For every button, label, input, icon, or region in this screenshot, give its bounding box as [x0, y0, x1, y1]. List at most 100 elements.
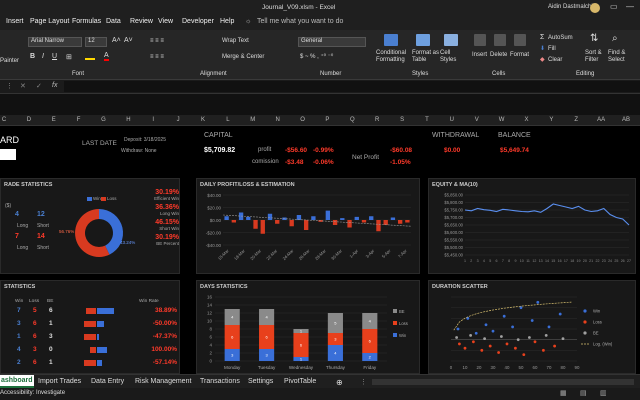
menu-insert[interactable]: Insert	[6, 18, 24, 25]
column-header-e[interactable]: E	[46, 117, 62, 123]
column-header-h[interactable]: H	[120, 117, 136, 123]
font-color-icon[interactable]: A	[104, 52, 109, 61]
tab-options-icon[interactable]: ⋮	[360, 378, 367, 386]
menu-data[interactable]: Data	[106, 18, 121, 25]
format-as-table-icon[interactable]	[416, 34, 430, 46]
clear-icon[interactable]: ◆	[540, 56, 545, 63]
column-header-z[interactable]: Z	[568, 117, 584, 123]
font-size-select[interactable]: 12	[85, 37, 107, 47]
fill-icon[interactable]: ⬇	[540, 45, 545, 52]
column-header-i[interactable]: I	[145, 117, 161, 123]
accessibility-status[interactable]: Accessibility: Investigate	[0, 390, 65, 396]
tab-pivottable[interactable]: PivotTable	[284, 378, 316, 385]
column-header-y[interactable]: Y	[543, 117, 559, 123]
borders-icon[interactable]: ⊞	[66, 53, 72, 61]
page-layout-icon[interactable]: ▤	[580, 389, 587, 397]
merge-center-button[interactable]: Merge & Center	[222, 54, 264, 60]
format-painter-button[interactable]: Painter	[0, 58, 19, 64]
align-top-icon[interactable]: ≡ ≡ ≡	[150, 38, 164, 44]
conditional-formatting-button[interactable]: Conditional Formatting	[376, 50, 410, 64]
insert-cells-icon[interactable]	[474, 34, 486, 46]
column-header-j[interactable]: J	[170, 117, 186, 123]
tell-me-input[interactable]: Tell me what you want to do	[257, 18, 343, 25]
statistics-title: STATISTICS	[4, 284, 36, 290]
autosum-button[interactable]: AutoSum	[548, 35, 573, 41]
sort-filter-icon[interactable]: ⇅	[590, 33, 598, 44]
menu-help[interactable]: Help	[220, 18, 234, 25]
menu-page-layout[interactable]: Page Layout	[30, 18, 69, 25]
tab-transactions[interactable]: Transactions	[200, 378, 240, 385]
sort-filter-button[interactable]: Sort & Filter	[585, 50, 607, 64]
format-cells-button[interactable]: Format	[510, 52, 529, 58]
column-header-u[interactable]: U	[444, 117, 460, 123]
wrap-text-button[interactable]: Wrap Text	[222, 38, 249, 44]
cancel-icon[interactable]: ✕	[20, 82, 26, 90]
column-header-s[interactable]: S	[394, 117, 410, 123]
number-format-select[interactable]: General	[298, 37, 366, 47]
fx-icon[interactable]: fx	[52, 82, 57, 89]
column-header-o[interactable]: O	[295, 117, 311, 123]
normal-view-icon[interactable]: ▦	[560, 389, 567, 397]
menu-formulas[interactable]: Formulas	[72, 18, 101, 25]
column-header-v[interactable]: V	[469, 117, 485, 123]
conditional-formatting-icon[interactable]	[384, 34, 398, 46]
column-header-g[interactable]: G	[96, 117, 112, 123]
avatar[interactable]	[590, 3, 600, 13]
column-header-p[interactable]: P	[319, 117, 335, 123]
fill-button[interactable]: Fill	[548, 46, 556, 52]
metric-be-percent-value: 30.19%	[155, 234, 179, 241]
increase-font-icon[interactable]: A˄	[112, 37, 121, 44]
enter-icon[interactable]: ✓	[36, 82, 42, 90]
menu-developer[interactable]: Developer	[182, 18, 214, 25]
menu-view[interactable]: View	[158, 18, 173, 25]
find-select-icon[interactable]: ⌕	[612, 33, 618, 44]
italic-button[interactable]: I	[42, 53, 44, 60]
delete-cells-button[interactable]: Delete	[490, 52, 507, 58]
column-header-n[interactable]: N	[270, 117, 286, 123]
column-header-aa[interactable]: AA	[593, 117, 609, 123]
cell-styles-icon[interactable]	[444, 34, 458, 46]
name-box-arrow-icon[interactable]: ⋮	[6, 82, 13, 90]
tab-import-trades[interactable]: Import Trades	[38, 378, 81, 385]
tab-settings[interactable]: Settings	[248, 378, 273, 385]
cell-styles-button[interactable]: Cell Styles	[440, 50, 462, 64]
insert-cells-button[interactable]: Insert	[472, 52, 487, 58]
autosum-icon[interactable]: Σ	[540, 34, 544, 41]
column-header-l[interactable]: L	[220, 117, 236, 123]
column-header-x[interactable]: X	[518, 117, 534, 123]
tab-risk-management[interactable]: Risk Management	[135, 378, 191, 385]
column-header-c[interactable]: C	[0, 117, 12, 123]
add-sheet-icon[interactable]: ⊕	[336, 378, 343, 387]
column-header-f[interactable]: F	[71, 117, 87, 123]
align-left-icon[interactable]: ≡ ≡ ≡	[150, 54, 164, 60]
bold-button[interactable]: B	[30, 53, 35, 60]
column-header-m[interactable]: M	[245, 117, 261, 123]
refresh-button[interactable]	[0, 149, 16, 160]
user-name[interactable]: Aidin Dastmalchi	[548, 4, 593, 10]
column-header-r[interactable]: R	[369, 117, 385, 123]
column-header-q[interactable]: Q	[344, 117, 360, 123]
decrease-font-icon[interactable]: A˅	[124, 37, 133, 44]
menu-review[interactable]: Review	[130, 18, 153, 25]
page-break-icon[interactable]: ▥	[600, 389, 607, 397]
minimize-icon[interactable]: —	[626, 2, 634, 11]
tab-dashboard[interactable]: ashboard	[0, 375, 34, 388]
format-cells-icon[interactable]	[514, 34, 526, 46]
fill-color-icon[interactable]	[85, 52, 95, 60]
underline-button[interactable]: U	[52, 53, 57, 60]
tab-data-entry[interactable]: Data Entry	[91, 378, 124, 385]
font-name-select[interactable]: Arial Narrow	[28, 37, 82, 47]
formula-input[interactable]	[64, 81, 640, 92]
column-header-w[interactable]: W	[494, 117, 510, 123]
horizontal-scrollbar[interactable]	[372, 379, 634, 385]
column-header-k[interactable]: K	[195, 117, 211, 123]
column-header-d[interactable]: D	[21, 117, 37, 123]
format-as-table-button[interactable]: Format as Table	[412, 50, 440, 64]
column-header-ab[interactable]: AB	[618, 117, 634, 123]
column-header-t[interactable]: T	[419, 117, 435, 123]
delete-cells-icon[interactable]	[494, 34, 506, 46]
clear-button[interactable]: Clear	[548, 57, 562, 63]
currency-icon[interactable]: $ ~ % , ⁺⁰ ⁻⁰	[300, 53, 333, 60]
ribbon-display-icon[interactable]: ▭	[610, 2, 618, 11]
find-select-button[interactable]: Find & Select	[608, 50, 638, 64]
